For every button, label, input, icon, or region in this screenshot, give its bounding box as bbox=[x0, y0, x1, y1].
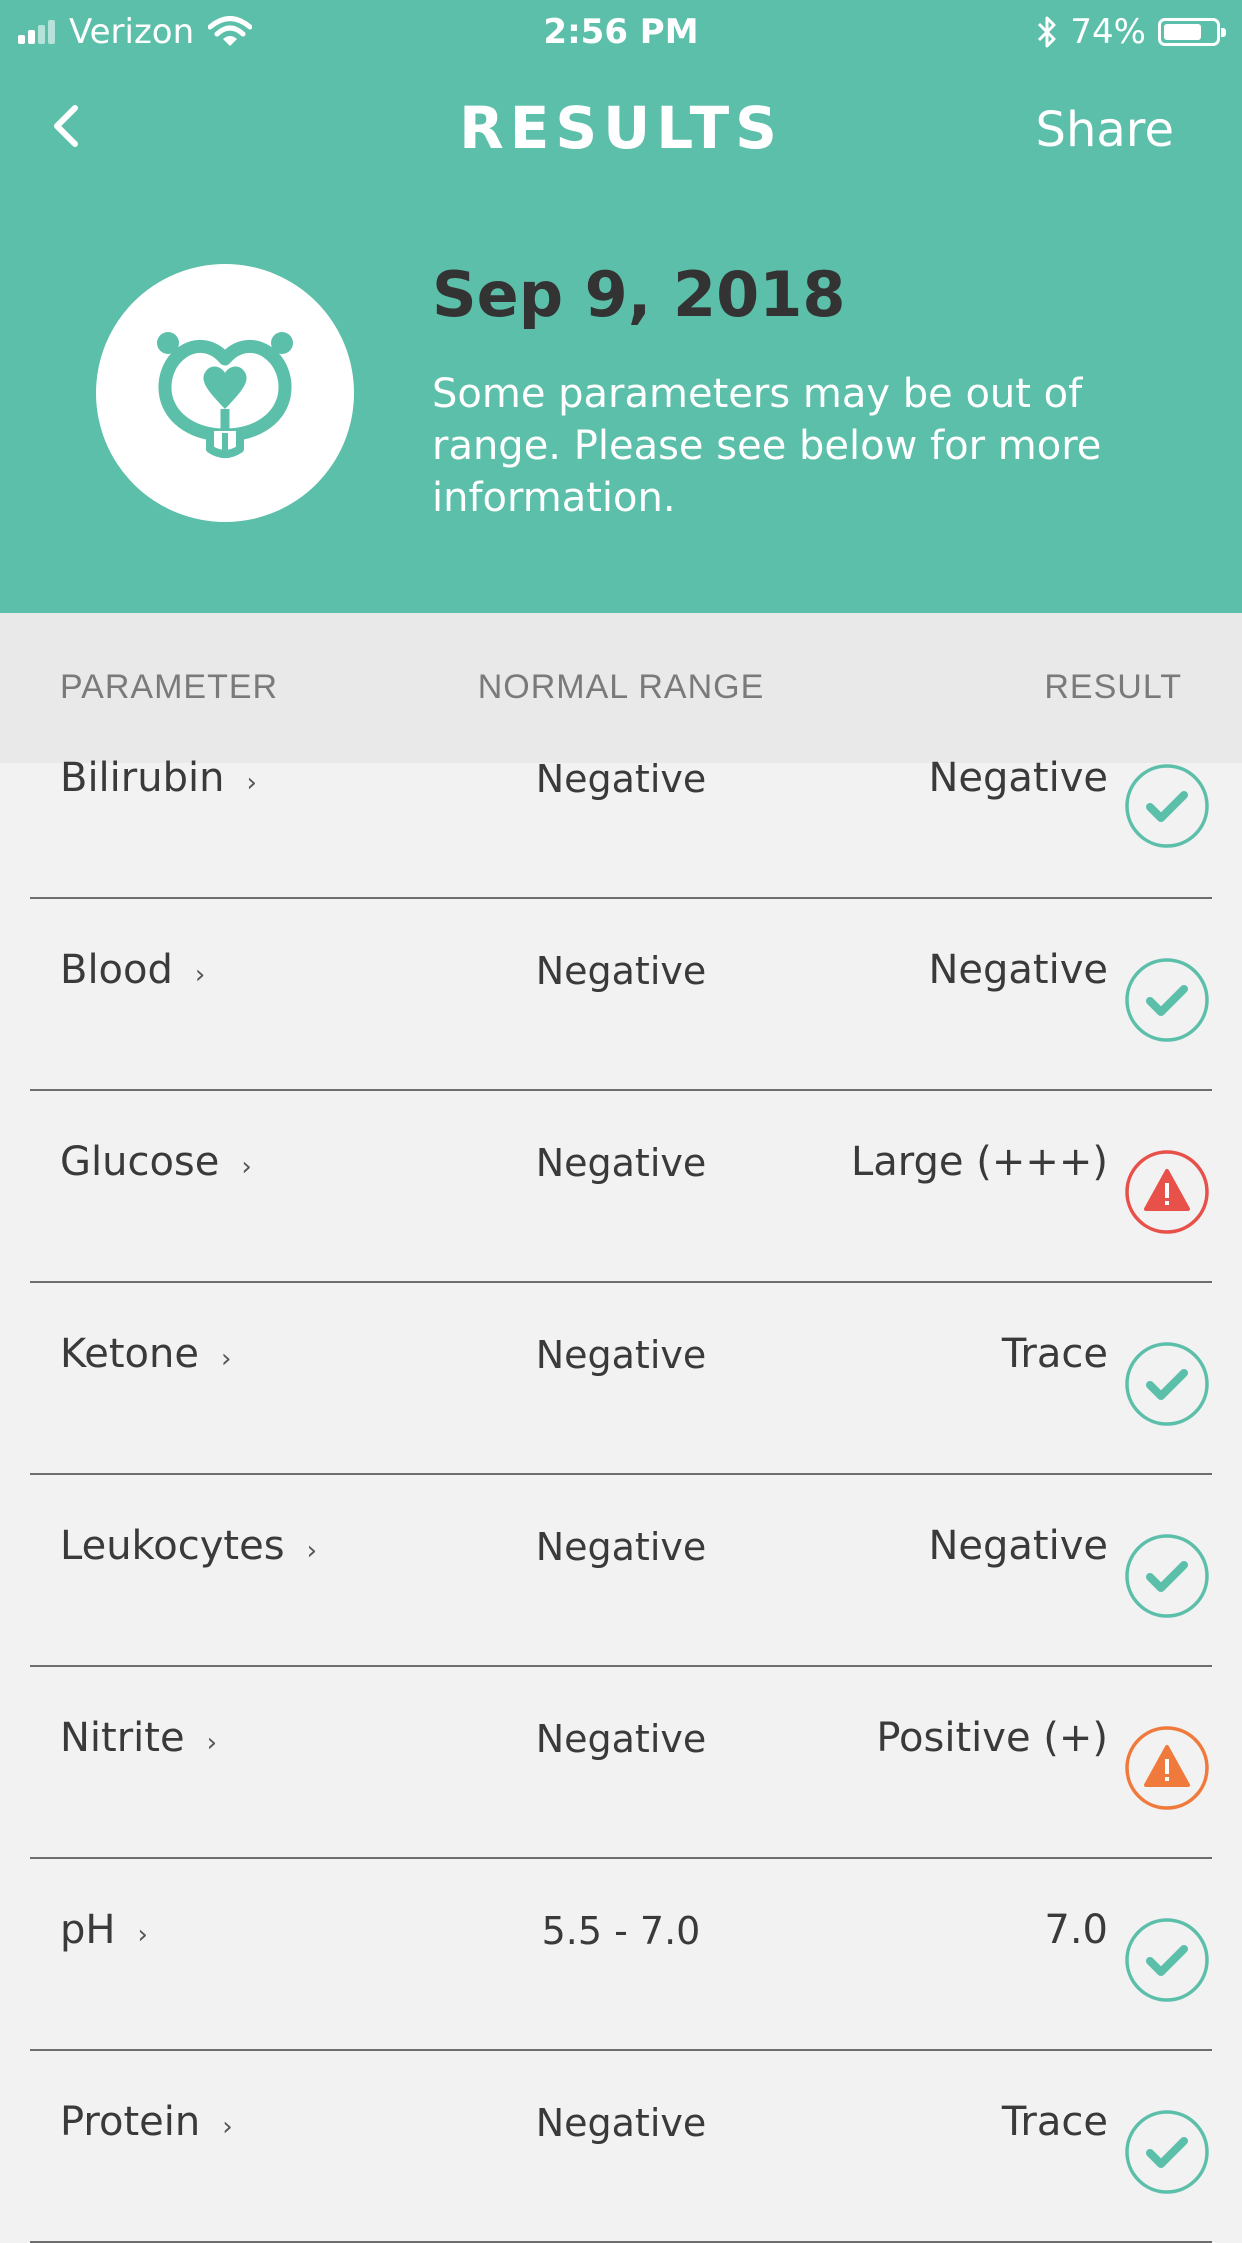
battery-fill bbox=[1164, 24, 1201, 40]
result-value: Negative bbox=[928, 1523, 1108, 1569]
avatar bbox=[96, 264, 354, 522]
table-header: PARAMETER NORMAL RANGE RESULT bbox=[0, 613, 1242, 763]
result-date: Sep 9, 2018 bbox=[432, 258, 846, 331]
result-value: Large (+++) bbox=[850, 1139, 1108, 1185]
result-value: Negative bbox=[928, 947, 1108, 993]
table-row[interactable]: Ketone › Negative Trace bbox=[0, 1283, 1242, 1475]
share-button[interactable]: Share bbox=[1035, 102, 1174, 158]
table-row[interactable]: Blood › Negative Negative bbox=[0, 899, 1242, 1091]
status-bar: Verizon 2:56 PM 74% bbox=[0, 0, 1242, 62]
nav-bar: RESULTS Share bbox=[0, 80, 1242, 180]
battery-nub bbox=[1221, 28, 1226, 37]
checkmark-circle-icon bbox=[1125, 1534, 1209, 1618]
result-value: 7.0 bbox=[1044, 1907, 1108, 1953]
warning-triangle-icon bbox=[1125, 1150, 1209, 1234]
checkmark-circle-icon bbox=[1125, 1342, 1209, 1426]
bluetooth-icon bbox=[1038, 16, 1056, 48]
checkmark-circle-icon bbox=[1125, 2110, 1209, 2194]
checkmark-circle-icon bbox=[1125, 958, 1209, 1042]
checkmark-circle-icon bbox=[1125, 1918, 1209, 2002]
warning-triangle-icon bbox=[1125, 1726, 1209, 1810]
table-row[interactable]: Bilirubin › Negative Negative bbox=[0, 755, 1242, 899]
dog-face-logo-icon bbox=[157, 332, 293, 458]
table-row[interactable]: Protein › Negative Trace bbox=[0, 2051, 1242, 2243]
table-row[interactable]: Nitrite › Negative Positive (+) bbox=[0, 1667, 1242, 1859]
battery-group: 74% bbox=[1036, 12, 1226, 52]
result-value: Trace bbox=[1001, 1331, 1108, 1377]
battery-percent: 74% bbox=[1070, 12, 1146, 52]
result-value: Negative bbox=[928, 755, 1108, 801]
summary-message: Some parameters may be out of range. Ple… bbox=[432, 371, 1102, 521]
battery-icon bbox=[1158, 18, 1226, 46]
column-result: RESULT bbox=[1044, 668, 1182, 706]
checkmark-circle-icon bbox=[1125, 764, 1209, 848]
results-list: Bilirubin › Negative Negative Blood › Nega… bbox=[0, 755, 1242, 2243]
table-row[interactable]: pH › 5.5 - 7.0 7.0 bbox=[0, 1859, 1242, 2051]
result-value: Positive (+) bbox=[876, 1715, 1108, 1761]
table-row[interactable]: Leukocytes › Negative Negative bbox=[0, 1475, 1242, 1667]
result-value: Trace bbox=[1001, 2099, 1108, 2145]
table-row[interactable]: Glucose › Negative Large (+++) bbox=[0, 1091, 1242, 1283]
